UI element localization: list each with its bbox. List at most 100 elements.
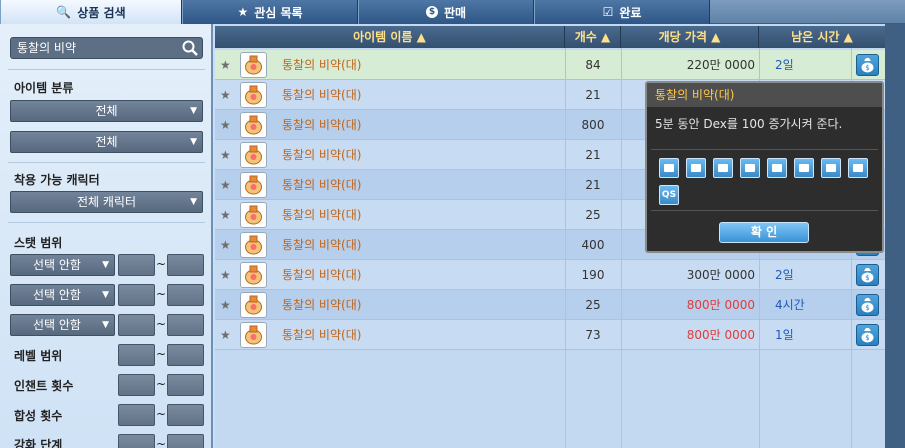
favorite-star-icon[interactable]: ★ (220, 50, 236, 80)
repair-icon (821, 158, 841, 178)
stat-max-input-2[interactable] (167, 284, 204, 306)
enchant-max-input[interactable] (167, 374, 204, 396)
synth-count-label: 합성 횟수 (14, 409, 63, 423)
level-min-input[interactable] (118, 344, 155, 366)
item-thumbnail (240, 142, 267, 168)
buy-button[interactable]: $ (856, 294, 879, 316)
scrollbar[interactable] (885, 24, 905, 448)
equip-character-select[interactable]: 전체 캐릭터 ▼ (10, 191, 203, 213)
item-thumbnail (240, 82, 267, 108)
enhance-level-label: 강화 단계 (14, 438, 63, 448)
tilde: ~ (155, 287, 167, 301)
header-price[interactable]: 개당 가격 ▲ (621, 26, 759, 48)
category-select-2[interactable]: 전체 ▼ (10, 131, 203, 153)
stat-select-1[interactable]: 선택 안함 ▼ (10, 254, 115, 276)
item-qty: 25 (585, 208, 601, 222)
item-name: 통찰의 비약(대) (282, 268, 362, 282)
table-row[interactable]: ★ 통찰의 비약(대) 190 300만 0000 2일 $ (215, 260, 885, 290)
favorite-star-icon[interactable]: ★ (220, 80, 236, 110)
tab-complete[interactable]: ☑ 완료 (534, 0, 710, 24)
table-row[interactable]: ★ 통찰의 비약(대) 25 800만 0000 4시간 $ (215, 290, 885, 320)
tooltip-description: 5분 동안 Dex를 100 증가시켜 준다. (655, 117, 843, 131)
potion-icon (245, 115, 262, 135)
filter-panel: 통찰의 비약 아이템 분류 전체 ▼ 전체 ▼ 착용 가능 캐릭터 전체 캐릭터 ▼ … (0, 24, 213, 448)
potion-icon (245, 325, 262, 345)
search-icon: 🔍 (56, 5, 72, 19)
item-qty: 190 (581, 268, 605, 282)
divider (8, 162, 205, 163)
tilde: ~ (155, 317, 167, 331)
header-time[interactable]: 남은 시간 ▲ (759, 26, 885, 48)
divider (8, 222, 205, 223)
magnifier-icon[interactable] (181, 39, 199, 57)
svg-text:$: $ (865, 64, 869, 72)
item-thumbnail (240, 172, 267, 198)
item-name: 통찰의 비약(대) (282, 328, 362, 342)
tab-product-search[interactable]: 🔍 상품 검색 (0, 0, 182, 24)
svg-text:$: $ (865, 274, 869, 282)
stat-select-3[interactable]: 선택 안함 ▼ (10, 314, 115, 336)
enchant-min-input[interactable] (118, 374, 155, 396)
favorite-star-icon[interactable]: ★ (220, 200, 236, 230)
favorite-star-icon[interactable]: ★ (220, 230, 236, 260)
tab-watchlist[interactable]: ★ 관심 목록 (182, 0, 358, 24)
favorite-star-icon[interactable]: ★ (220, 260, 236, 290)
enchant-count-label: 인챈트 횟수 (14, 379, 74, 393)
stat-max-input-3[interactable] (167, 314, 204, 336)
header-item-name[interactable]: 아이템 이름 ▲ (215, 26, 565, 48)
item-qty: 84 (585, 58, 601, 72)
item-thumbnail (240, 292, 267, 318)
dropdown-arrow-icon: ▼ (102, 260, 109, 270)
category-select-1[interactable]: 전체 ▼ (10, 100, 203, 122)
quickslot-icon: QS (659, 185, 679, 205)
level-max-input[interactable] (167, 344, 204, 366)
tilde: ~ (155, 347, 167, 361)
header-qty[interactable]: 개수 ▲ (565, 26, 621, 48)
tooltip-title: 통찰의 비약(대) (647, 83, 882, 107)
stat-max-input-1[interactable] (167, 254, 204, 276)
buy-button[interactable]: $ (856, 264, 879, 286)
tab-bar-filler (710, 0, 905, 24)
favorite-star-icon[interactable]: ★ (220, 320, 236, 350)
tab-sell[interactable]: $ 판매 (358, 0, 534, 24)
box-icon (767, 158, 787, 178)
item-name: 통찰의 비약(대) (282, 208, 362, 222)
item-qty: 21 (585, 88, 601, 102)
table-row[interactable]: ★ 통찰의 비약(대) 84 220만 0000 2일 $ (215, 50, 885, 80)
buy-button[interactable]: $ (856, 54, 879, 76)
favorite-star-icon[interactable]: ★ (220, 290, 236, 320)
column-separator (565, 48, 566, 448)
item-name: 통찰의 비약(대) (282, 298, 362, 312)
stat-min-input-1[interactable] (118, 254, 155, 276)
divider (8, 69, 205, 70)
item-price: 220만 0000 (686, 58, 755, 72)
box-open-icon (794, 158, 814, 178)
synth-max-input[interactable] (167, 404, 204, 426)
item-thumbnail (240, 52, 267, 78)
dropdown-arrow-icon: ▼ (102, 320, 109, 330)
dropdown-arrow-icon: ▼ (190, 137, 197, 147)
enhance-max-input[interactable] (167, 434, 204, 448)
divider (651, 149, 878, 150)
enhance-min-input[interactable] (118, 434, 155, 448)
favorite-star-icon[interactable]: ★ (220, 140, 236, 170)
favorite-star-icon[interactable]: ★ (220, 110, 236, 140)
item-thumbnail (240, 322, 267, 348)
stat-min-input-3[interactable] (118, 314, 155, 336)
dropdown-arrow-icon: ▼ (190, 106, 197, 116)
favorite-star-icon[interactable]: ★ (220, 170, 236, 200)
column-separator (621, 48, 622, 448)
potion-icon (245, 205, 262, 225)
synth-min-input[interactable] (118, 404, 155, 426)
confirm-button[interactable]: 확 인 (719, 222, 809, 243)
stat-select-2[interactable]: 선택 안함 ▼ (10, 284, 115, 306)
tilde: ~ (155, 257, 167, 271)
search-input[interactable]: 통찰의 비약 (10, 37, 203, 59)
stat-min-input-2[interactable] (118, 284, 155, 306)
table-row[interactable]: ★ 통찰의 비약(대) 73 800만 0000 1일 $ (215, 320, 885, 350)
potion-icon (245, 175, 262, 195)
dropdown-arrow-icon: ▼ (190, 197, 197, 207)
buy-button[interactable]: $ (856, 324, 879, 346)
item-price: 800만 0000 (686, 328, 755, 342)
item-qty: 800 (581, 118, 605, 132)
